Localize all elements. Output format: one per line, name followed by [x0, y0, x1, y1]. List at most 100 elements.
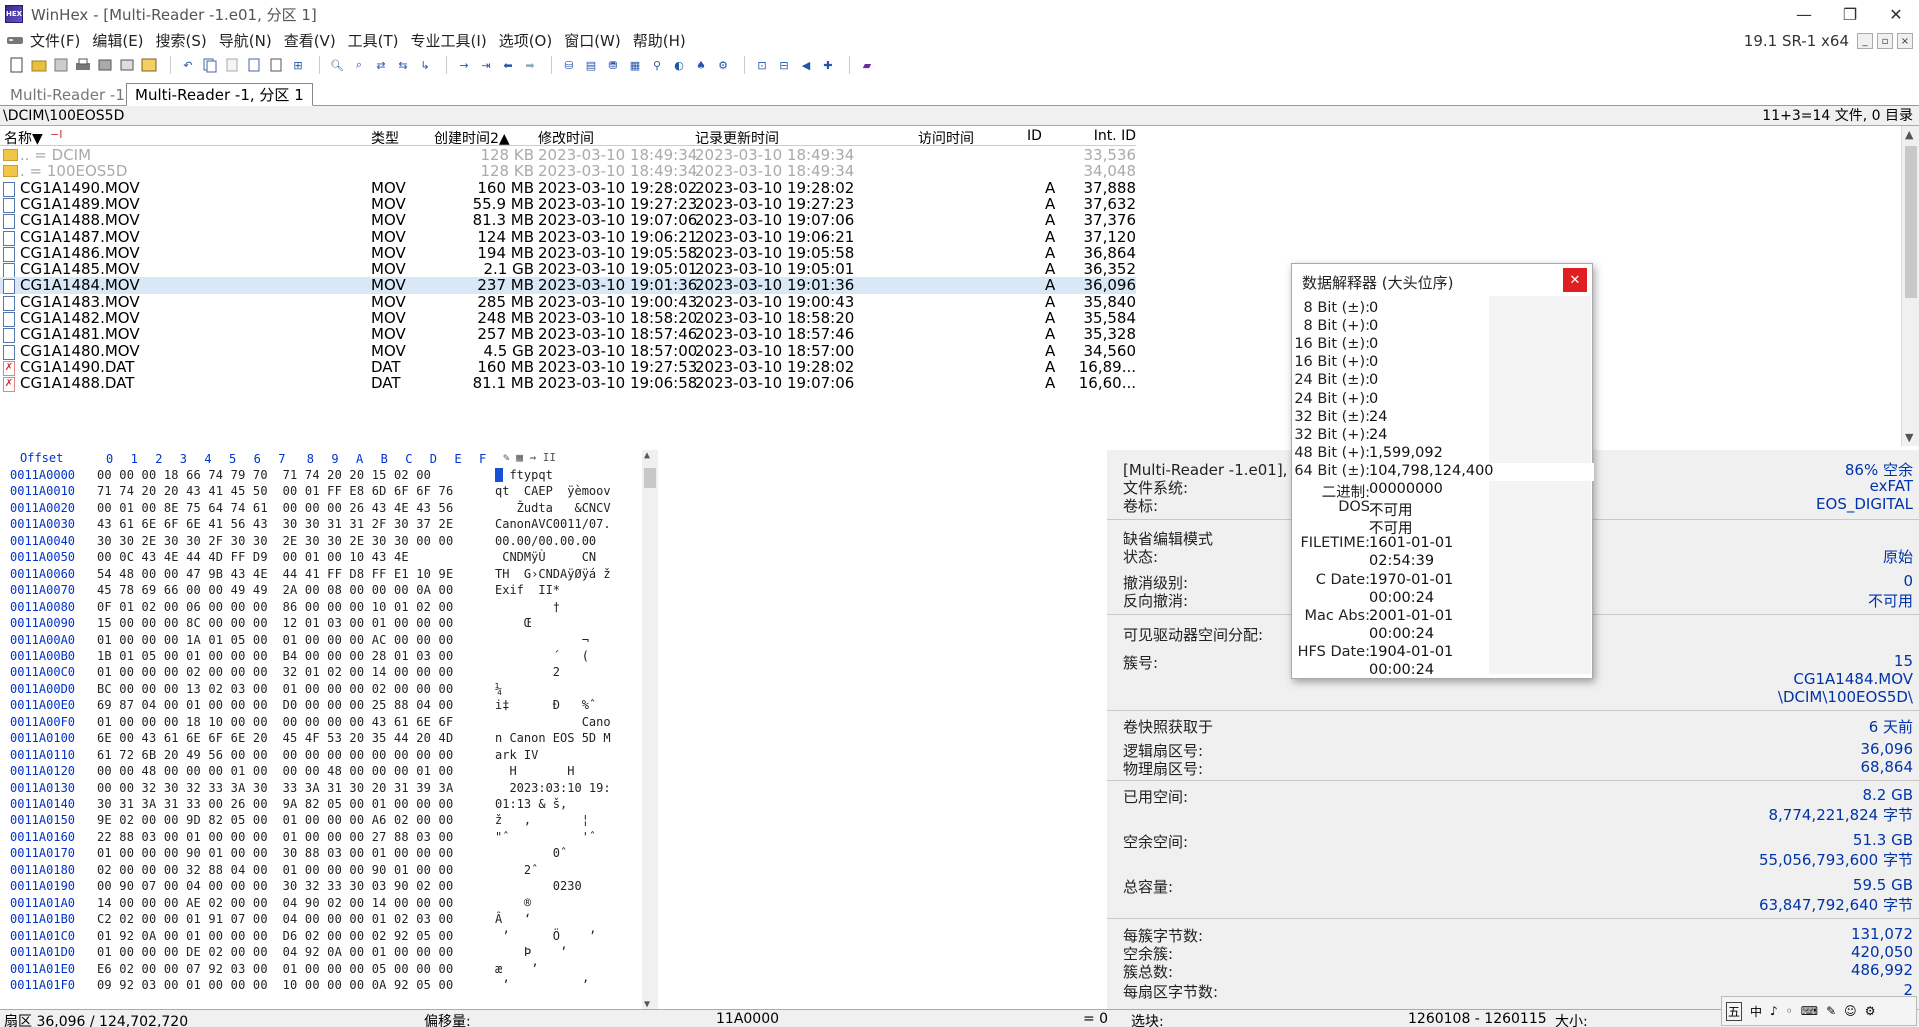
replace-hex-icon[interactable]: ⇆: [394, 56, 412, 74]
compare-icon[interactable]: ⊟: [775, 56, 793, 74]
hex-row[interactable]: 0011A00A0 01 00 00 00 1A 01 05 00 01 00 0…: [0, 633, 660, 650]
column-header-accessed[interactable]: 访问时间: [918, 128, 974, 148]
interpreter-value[interactable]: 0: [1369, 336, 1378, 352]
file-row[interactable]: CG1A1481.MOV MOV 257 MB 2023-03-10 18:57:46…: [0, 326, 1136, 344]
file-row[interactable]: CG1A1486.MOV MOV 194 MB 2023-03-10 19:05:58…: [0, 245, 1136, 262]
hex-row[interactable]: 0011A0040 30 30 2E 30 30 2F 30 30 2E 30 3…: [0, 534, 660, 551]
file-row[interactable]: CG1A1482.MOV MOV 248 MB 2023-03-10 18:58:20…: [0, 310, 1136, 327]
next-position-icon[interactable]: ✚: [819, 56, 837, 74]
minimize-button[interactable]: —: [1781, 0, 1827, 28]
column-header-id[interactable]: ID: [1027, 128, 1042, 144]
file-row[interactable]: CG1A1489.MOV MOV 55.9 MB 2023-03-10 19:27:2…: [0, 196, 1136, 213]
image-icon[interactable]: [140, 56, 158, 74]
hex-row[interactable]: 0011A0170 01 00 00 00 90 01 00 00 30 88 0…: [0, 846, 660, 863]
hex-row[interactable]: 0011A0020 00 01 00 8E 75 64 74 61 00 00 0…: [0, 501, 660, 518]
back-icon[interactable]: ⬅: [499, 56, 517, 74]
hex-row[interactable]: 0011A0050 00 0C 43 4E 44 4D FF D9 00 01 0…: [0, 550, 660, 567]
cut-icon[interactable]: [223, 56, 241, 74]
interpreter-value[interactable]: 00:00:24: [1369, 626, 1434, 642]
file-row[interactable]: ✗ CG1A1490.DAT DAT 160 MB 2023-03-10 19:27:5…: [0, 359, 1136, 376]
save-icon[interactable]: [52, 56, 70, 74]
ime-chinese-icon[interactable]: 中: [1750, 1003, 1762, 1020]
drive-icon[interactable]: [6, 34, 24, 46]
menu-view[interactable]: 查看(V): [278, 30, 342, 51]
menu-navigate[interactable]: 导航(N): [213, 30, 278, 51]
interpreter-value[interactable]: 24: [1369, 427, 1387, 443]
hex-row[interactable]: 0011A01F0 09 92 03 00 01 00 00 00 10 00 0…: [0, 978, 660, 995]
fill-block-icon[interactable]: ⊞: [289, 56, 307, 74]
interpreter-value[interactable]: 2001-01-01: [1369, 608, 1453, 624]
file-row[interactable]: CG1A1483.MOV MOV 285 MB 2023-03-10 19:00:43…: [0, 294, 1136, 311]
interpreter-value[interactable]: 1601-01-01: [1369, 535, 1453, 551]
hex-row[interactable]: 0011A0060 54 48 00 00 47 9B 43 4E 44 41 F…: [0, 567, 660, 584]
disk-tools-icon[interactable]: ⛃: [604, 56, 622, 74]
copy-sectors-icon[interactable]: [118, 56, 136, 74]
scroll-up-icon[interactable]: ▲: [1905, 128, 1913, 141]
mdi-close-button[interactable]: ×: [1897, 33, 1913, 49]
interpreter-value[interactable]: 0: [1369, 354, 1378, 370]
tab-multi-reader-partition-1[interactable]: Multi-Reader -1, 分区 1: [126, 83, 313, 106]
hex-row[interactable]: 0011A0110 61 72 6B 20 49 56 00 00 00 00 0…: [0, 748, 660, 765]
mdi-minimize-button[interactable]: _: [1857, 33, 1873, 49]
properties-icon[interactable]: [96, 56, 114, 74]
hex-row[interactable]: 0011A0030 43 61 6E 6F 6E 41 56 43 30 30 3…: [0, 517, 660, 534]
menu-tools[interactable]: 工具(T): [342, 30, 405, 51]
hex-row[interactable]: 0011A0070 45 78 69 66 00 00 49 49 2A 00 0…: [0, 583, 660, 600]
hex-row[interactable]: 0011A01B0 C2 02 00 00 01 91 07 00 04 00 0…: [0, 912, 660, 929]
scrollbar-thumb[interactable]: [1905, 146, 1917, 298]
interpreter-value[interactable]: 104,798,124,400: [1369, 463, 1494, 479]
hex-row[interactable]: 0011A0150 9E 02 00 00 9D 82 05 00 01 00 0…: [0, 813, 660, 830]
interpreter-value[interactable]: 1904-01-01: [1369, 644, 1453, 660]
file-row[interactable]: CG1A1485.MOV MOV 2.1 GB 2023-03-10 19:05:01…: [0, 261, 1136, 279]
ime-settings-icon[interactable]: ⚙: [1865, 1004, 1876, 1018]
interpreter-value[interactable]: 0: [1369, 300, 1378, 316]
file-list-scrollbar[interactable]: ▲ ▼: [1901, 126, 1919, 446]
hex-row[interactable]: 0011A01A0 14 00 00 00 AE 02 00 00 04 90 0…: [0, 896, 660, 913]
file-row[interactable]: .. = DCIM 128 KB 2023-03-10 18:49:34 2023-0…: [0, 147, 1136, 163]
hex-row[interactable]: 0011A0140 30 31 3A 31 33 00 26 00 9A 82 0…: [0, 797, 660, 814]
interpreter-value[interactable]: 0: [1369, 318, 1378, 334]
hex-row[interactable]: 0011A0190 00 90 07 00 04 00 00 00 30 32 3…: [0, 879, 660, 896]
find-text-icon[interactable]: 🔍︎: [328, 56, 346, 74]
book-icon[interactable]: ▰: [858, 56, 876, 74]
hex-row[interactable]: 0011A0160 22 88 03 00 01 00 00 00 01 00 0…: [0, 830, 660, 847]
hex-row[interactable]: 0011A01D0 01 00 00 00 DE 02 00 00 04 92 0…: [0, 945, 660, 962]
interpreter-value[interactable]: 02:54:39: [1369, 553, 1434, 569]
column-header-created[interactable]: 创建时间2▲: [434, 128, 510, 148]
search-icon[interactable]: ⚲: [648, 56, 666, 74]
ime-keyboard-icon[interactable]: ⌨: [1801, 1004, 1818, 1018]
template-icon[interactable]: ♠: [692, 56, 710, 74]
menu-file[interactable]: 文件(F): [24, 30, 86, 51]
open-ram-icon[interactable]: ▤: [582, 56, 600, 74]
hex-row[interactable]: 0011A0090 15 00 00 00 8C 00 00 00 12 01 0…: [0, 616, 660, 633]
hex-row[interactable]: 0011A01E0 E6 02 00 00 07 92 03 00 01 00 0…: [0, 962, 660, 979]
ascii-toolbar-icons[interactable]: ✎ ▦ ⇝ II: [503, 451, 556, 464]
hex-row[interactable]: 0011A0010 71 74 20 20 43 41 45 50 00 01 F…: [0, 484, 660, 501]
scroll-down-icon[interactable]: ▼: [1905, 431, 1913, 444]
menu-help[interactable]: 帮助(H): [627, 30, 692, 51]
interpreter-value[interactable]: 00:00:24: [1369, 662, 1434, 678]
interpreter-value[interactable]: 00:00:24: [1369, 590, 1434, 606]
hex-scrollbar-thumb[interactable]: [644, 468, 656, 488]
replace-text-icon[interactable]: ⇄: [372, 56, 390, 74]
copy-icon[interactable]: [201, 56, 219, 74]
ime-wubi-icon[interactable]: 五: [1726, 1001, 1743, 1021]
menu-edit[interactable]: 编辑(E): [86, 30, 149, 51]
file-row[interactable]: CG1A1487.MOV MOV 124 MB 2023-03-10 19:06:21…: [0, 229, 1136, 246]
hex-row[interactable]: 0011A01C0 01 92 0A 00 01 00 00 00 D6 02 0…: [0, 929, 660, 946]
hex-row[interactable]: 0011A0130 00 00 32 30 32 33 3A 30 33 3A 3…: [0, 781, 660, 798]
interpreter-value[interactable]: 1,599,092: [1369, 445, 1443, 461]
open-folder-icon[interactable]: [30, 56, 48, 74]
print-icon[interactable]: [74, 56, 92, 74]
file-row[interactable]: CG1A1480.MOV MOV 4.5 GB 2023-03-10 18:57:00…: [0, 343, 1136, 360]
prev-position-icon[interactable]: ◀: [797, 56, 815, 74]
winhex-app-icon[interactable]: HEX: [5, 5, 23, 23]
tab-multi-reader[interactable]: Multi-Reader -1: [2, 83, 133, 106]
hex-editor[interactable]: Offset 0 1 2 3 4 5 6 7 8 9 A B C D E F ✎ ▦ ⇝ II 0011A00…: [0, 450, 660, 1013]
file-row[interactable]: . = 100EOS5D 128 KB 2023-03-10 18:49:34 202…: [0, 163, 1136, 179]
file-row[interactable]: CG1A1484.MOV MOV 237 MB 2023-03-10 19:01:36…: [0, 277, 1136, 295]
hex-row[interactable]: 0011A00E0 69 87 04 00 01 00 00 00 D0 00 0…: [0, 698, 660, 715]
goto-offset-icon[interactable]: →: [455, 56, 473, 74]
column-header-modified[interactable]: 修改时间: [538, 128, 594, 148]
hex-row[interactable]: 0011A0180 02 00 00 00 32 88 04 00 01 00 0…: [0, 863, 660, 880]
